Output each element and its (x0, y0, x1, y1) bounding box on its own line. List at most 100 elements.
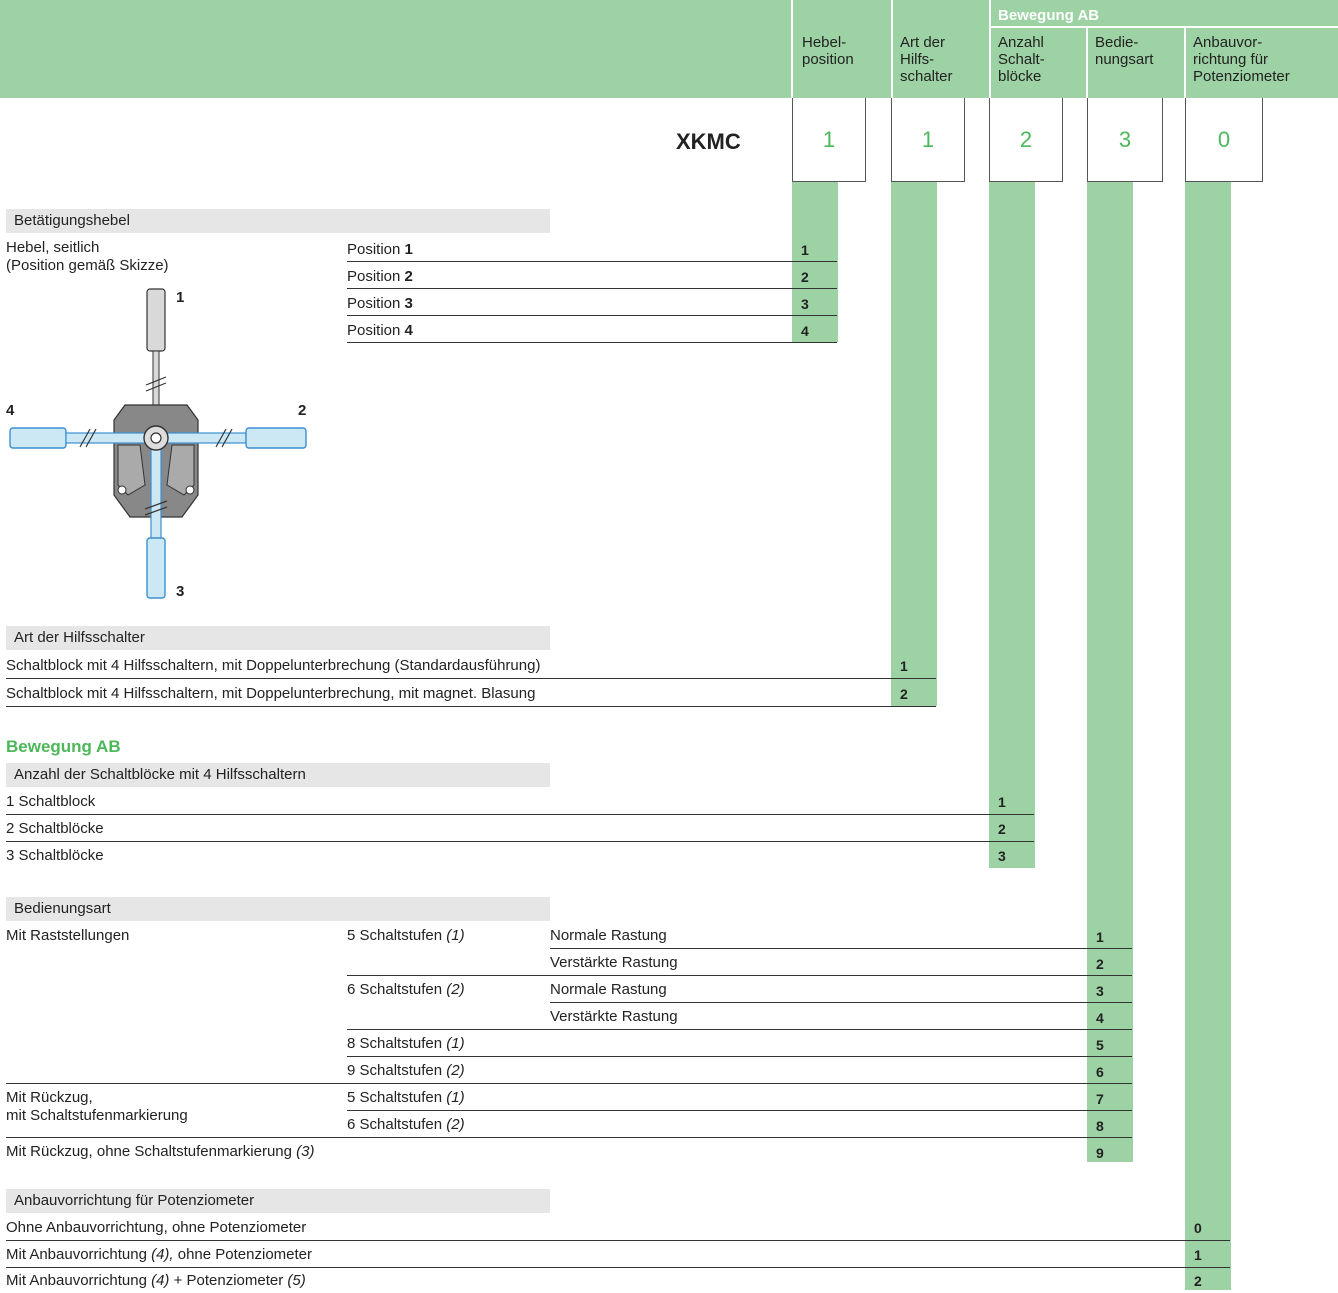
row-rule (6, 678, 936, 679)
row-rule (6, 841, 1034, 842)
blocks-row-label: 1 Schaltblock (6, 793, 96, 810)
row-rule (347, 1029, 1132, 1030)
lever-row-label: Position 2 (347, 268, 413, 285)
diagram-label-4: 4 (6, 402, 15, 419)
operation-code: 4 (1096, 1010, 1104, 1026)
code-digit-switch: 1 (891, 98, 965, 182)
poti-code: 2 (1194, 1273, 1202, 1289)
switch-code: 2 (900, 686, 908, 702)
row-rule (6, 814, 1034, 815)
blocks-code: 2 (998, 821, 1006, 837)
operation-step-label: 6 Schaltstufen (2) (347, 1116, 465, 1133)
blocks-row-label: 2 Schaltblöcke (6, 820, 104, 837)
diagram-label-1: 1 (176, 289, 185, 306)
operation-step-label: 9 Schaltstufen (2) (347, 1062, 465, 1079)
row-rule (6, 706, 936, 707)
poti-row-label: Mit Anbauvorrichtung (4), ohne Potenziom… (6, 1246, 312, 1263)
column-switch (891, 182, 937, 706)
header-separator (1086, 28, 1088, 98)
row-rule (347, 315, 837, 316)
operation-code: 7 (1096, 1091, 1104, 1107)
row-rule (347, 975, 1132, 976)
operation-detent-label: Verstärkte Rastung (550, 1008, 678, 1025)
column-operation (1087, 182, 1133, 1162)
row-rule (6, 1267, 1230, 1268)
code-digit-blocks: 2 (989, 98, 1063, 182)
operation-step-label: 6 Schaltstufen (2) (347, 981, 465, 998)
blocks-row-label: 3 Schaltblöcke (6, 847, 104, 864)
header-separator (1184, 28, 1186, 98)
operation-group-return-line1: Mit Rückzug, (6, 1089, 93, 1106)
col-header-switch-type: Art der Hilfs- schalter (900, 34, 953, 85)
movement-title: Bewegung AB (6, 737, 121, 756)
row-rule (6, 1137, 1132, 1138)
switch-row-label: Schaltblock mit 4 Hilfsschaltern, mit Do… (6, 685, 536, 702)
lever-code: 1 (801, 242, 809, 258)
operation-detent-label: Normale Rastung (550, 981, 667, 998)
header-separator (891, 0, 893, 98)
section-heading-operation: Bedienungsart (6, 897, 550, 921)
code-digit-poti: 0 (1185, 98, 1263, 182)
switch-code: 1 (900, 658, 908, 674)
lever-code: 2 (801, 269, 809, 285)
row-rule (550, 1002, 1132, 1003)
section-heading-lever: Betätigungshebel (6, 209, 550, 233)
row-rule (347, 342, 837, 343)
column-lever (792, 182, 838, 342)
operation-code: 8 (1096, 1118, 1104, 1134)
section-heading-poti: Anbauvorrichtung für Potenziometer (6, 1189, 550, 1213)
column-poti (1185, 182, 1231, 1290)
operation-step-label: 5 Schaltstufen (1) (347, 927, 465, 944)
col-header-block-count: Anzahl Schalt- blöcke (998, 34, 1045, 85)
lever-code: 3 (801, 296, 809, 312)
operation-detent-label: Verstärkte Rastung (550, 954, 678, 971)
operation-code: 5 (1096, 1037, 1104, 1053)
lever-code: 4 (801, 323, 809, 339)
code-digit-operation: 3 (1087, 98, 1163, 182)
lever-row-label: Position 4 (347, 322, 413, 339)
lever-desc-line2: (Position gemäß Skizze) (6, 257, 169, 274)
diagram-label-3: 3 (176, 583, 185, 600)
poti-row-label: Ohne Anbauvorrichtung, ohne Potenziomete… (6, 1219, 307, 1236)
operation-detent-label: Normale Rastung (550, 927, 667, 944)
operation-step-label: 5 Schaltstufen (1) (347, 1089, 465, 1106)
poti-code: 1 (1194, 1247, 1202, 1263)
switch-row-label: Schaltblock mit 4 Hilfsschaltern, mit Do… (6, 657, 541, 674)
row-rule (347, 1110, 1132, 1111)
row-rule (347, 1056, 1132, 1057)
row-rule (6, 1240, 1230, 1241)
section-heading-switch: Art der Hilfsschalter (6, 626, 550, 650)
code-digit-lever: 1 (792, 98, 866, 182)
diagram-label-2: 2 (298, 402, 307, 419)
header-group-rule (991, 26, 1338, 28)
lever-row-label: Position 3 (347, 295, 413, 312)
row-rule (550, 948, 1132, 949)
operation-step-label: 8 Schaltstufen (1) (347, 1035, 465, 1052)
header-separator (791, 0, 793, 98)
row-rule (6, 1083, 1132, 1084)
header-group-label: Bewegung AB (998, 7, 1100, 24)
column-blocks (989, 182, 1035, 868)
lever-diagram (9, 288, 307, 599)
operation-code: 9 (1096, 1145, 1104, 1161)
lever-row-label: Position 1 (347, 241, 413, 258)
poti-code: 0 (1194, 1220, 1202, 1236)
operation-code: 2 (1096, 956, 1104, 972)
section-heading-blocks: Anzahl der Schaltblöcke mit 4 Hilfsschal… (6, 763, 550, 787)
poti-row-label: Mit Anbauvorrichtung (4) + Potenziometer… (6, 1272, 306, 1289)
blocks-code: 3 (998, 848, 1006, 864)
row-rule (347, 288, 837, 289)
code-prefix: XKMC (676, 129, 741, 154)
col-header-potentiometer: Anbauvor- richtung für Potenziometer (1193, 34, 1290, 85)
operation-code: 1 (1096, 929, 1104, 945)
blocks-code: 1 (998, 794, 1006, 810)
lever-desc-line1: Hebel, seitlich (6, 239, 100, 256)
row-rule (347, 261, 837, 262)
col-header-lever-position: Hebel- position (802, 34, 854, 68)
col-header-operation: Bedie- nungsart (1095, 34, 1154, 68)
operation-code: 6 (1096, 1064, 1104, 1080)
operation-group-return-line2: mit Schaltstufenmarkierung (6, 1107, 188, 1124)
operation-group-detent: Mit Raststellungen (6, 927, 130, 944)
operation-code: 3 (1096, 983, 1104, 999)
operation-group-return-no-marking: Mit Rückzug, ohne Schaltstufenmarkierung… (6, 1143, 315, 1160)
